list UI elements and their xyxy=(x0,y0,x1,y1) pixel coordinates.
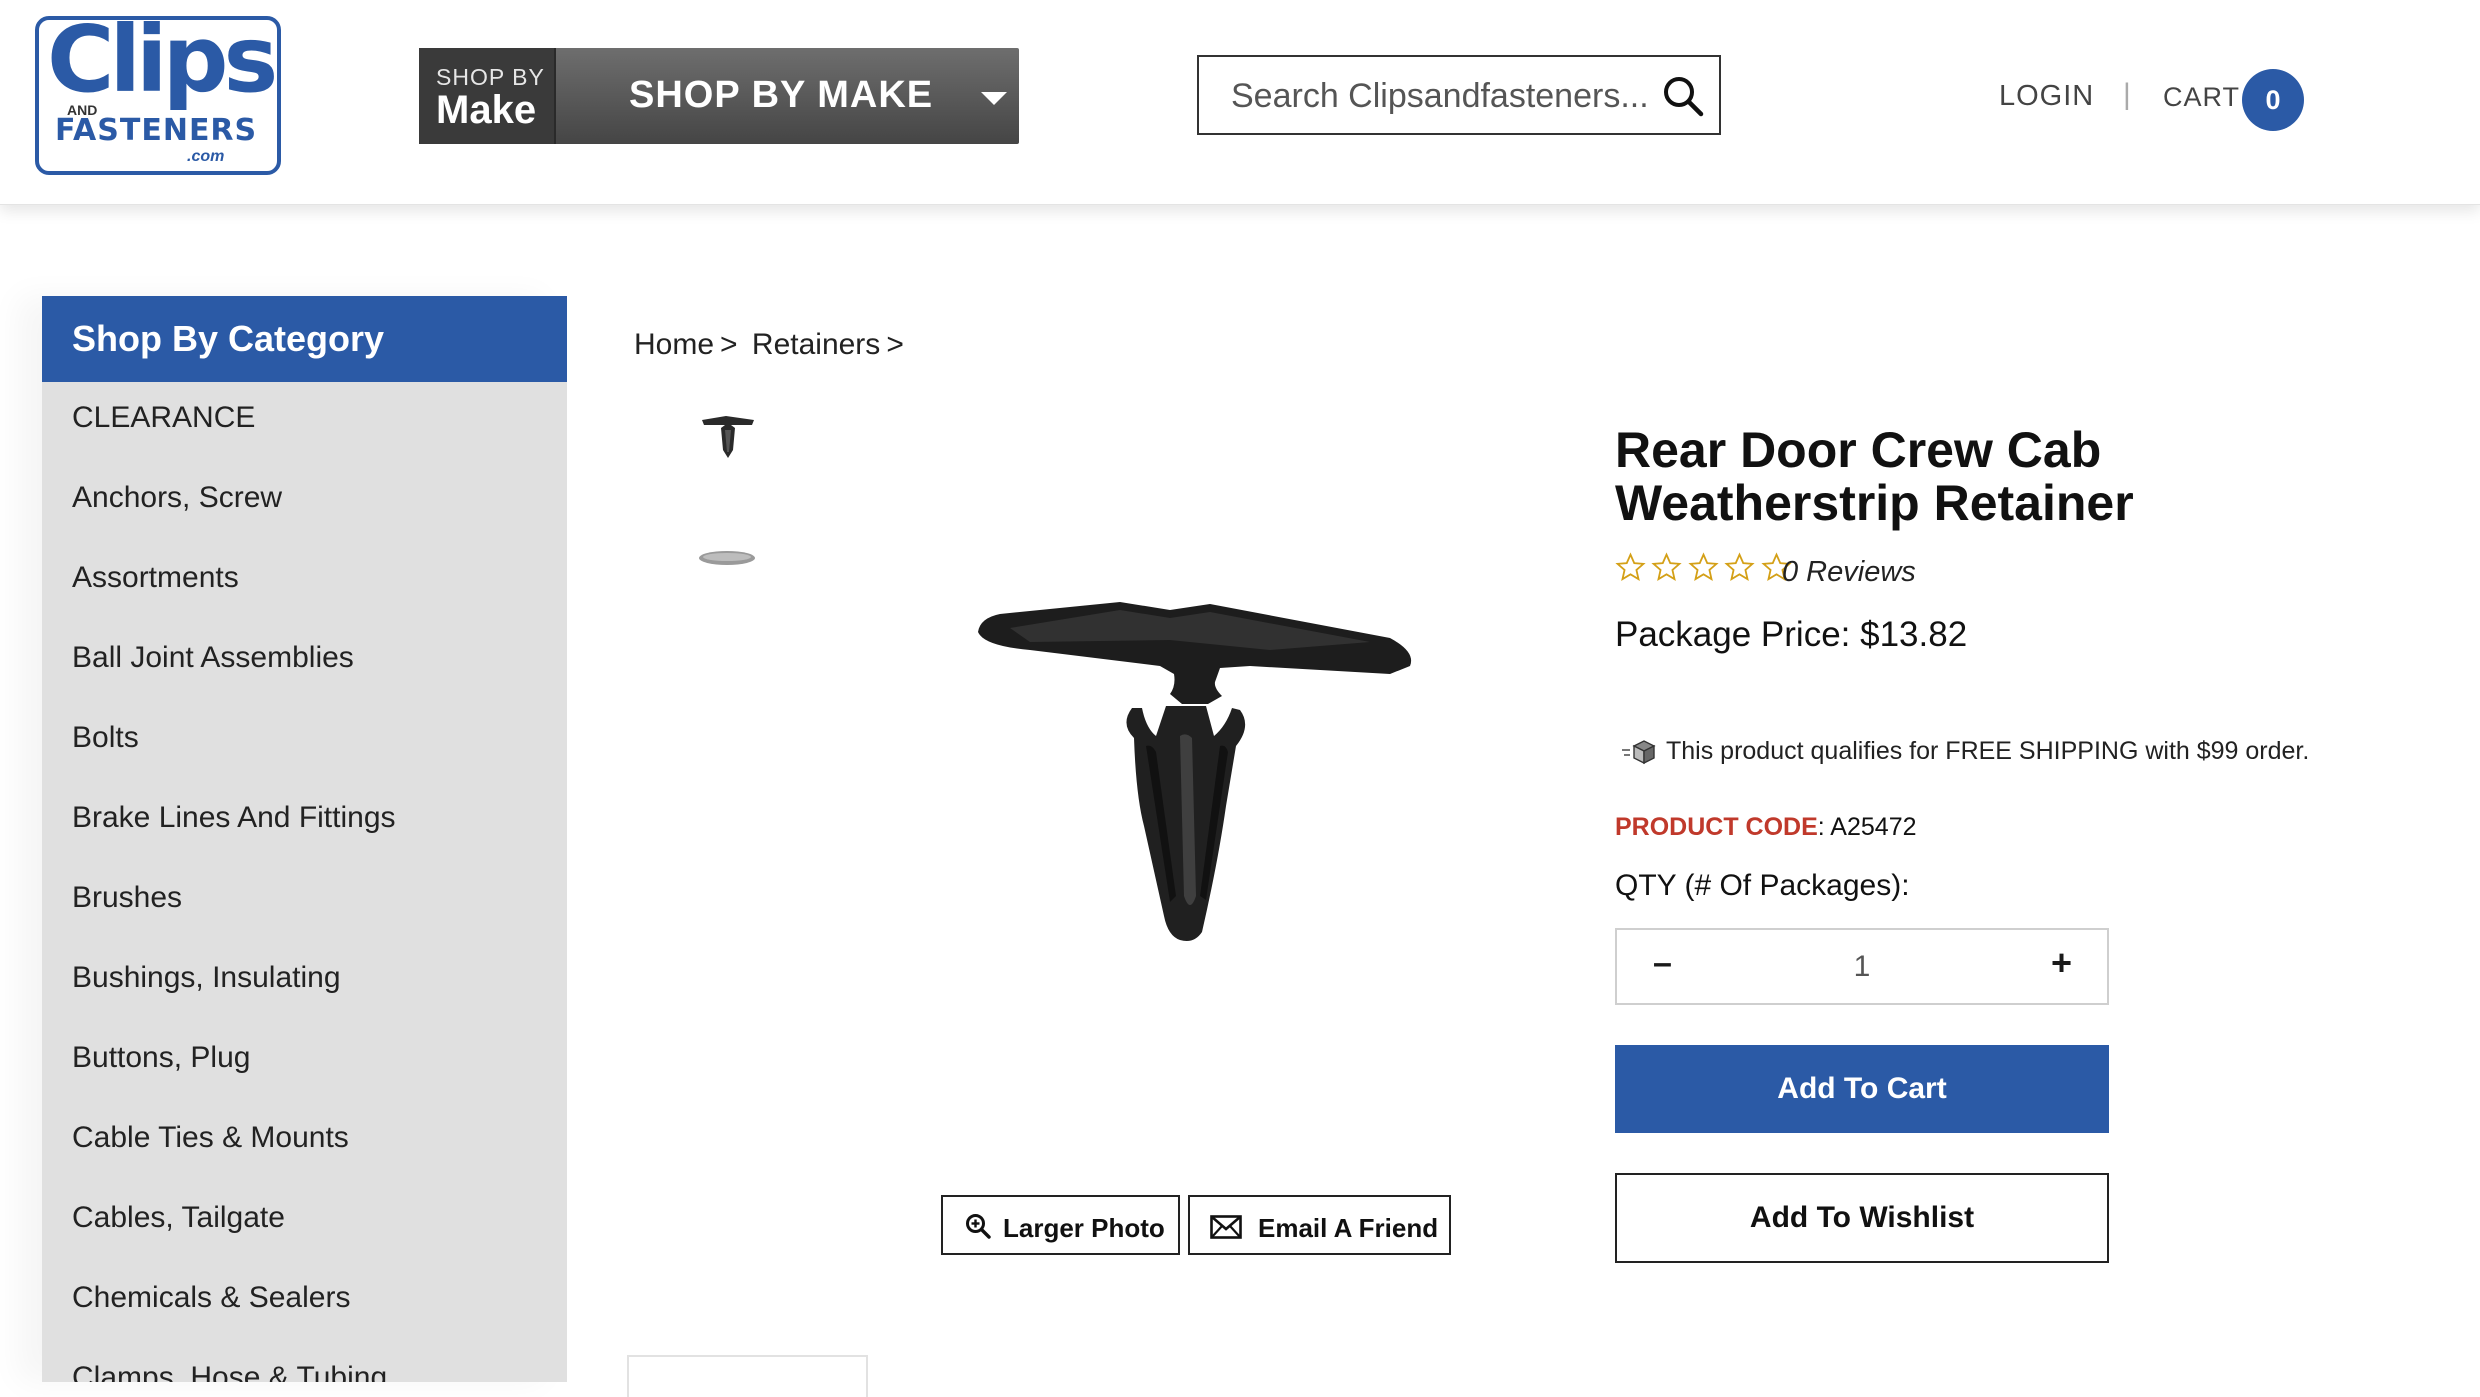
star-empty-icon xyxy=(1724,552,1755,581)
search-input[interactable]: Search Clipsandfasteners... xyxy=(1231,77,1649,116)
product-image[interactable] xyxy=(970,596,1420,948)
product-code-value: : A25472 xyxy=(1817,813,1917,841)
larger-photo-button[interactable]: Larger Photo xyxy=(941,1195,1180,1255)
chevron-down-icon xyxy=(981,92,1007,105)
add-to-cart-button[interactable]: Add To Cart xyxy=(1615,1045,2109,1133)
sidebar-item-buttons-plug[interactable]: Buttons, Plug xyxy=(42,1018,567,1098)
free-shipping-text: This product qualifies for FREE SHIPPING… xyxy=(1666,737,2310,765)
sidebar-item-assortments[interactable]: Assortments xyxy=(42,538,567,618)
shop-by-make-badge: SHOP BY Make xyxy=(419,48,556,144)
star-rating[interactable] xyxy=(1615,552,1793,586)
product-tab[interactable] xyxy=(627,1355,868,1397)
breadcrumb-retainers[interactable]: Retainers xyxy=(752,328,880,361)
search-icon[interactable] xyxy=(1662,75,1704,117)
breadcrumb: Home > Retainers > xyxy=(634,328,910,362)
thumbnail-front[interactable] xyxy=(698,412,758,462)
product-code: PRODUCT CODE: A25472 xyxy=(1615,813,1917,842)
email-friend-label: Email A Friend xyxy=(1258,1213,1439,1243)
shipping-box-icon xyxy=(1622,740,1656,765)
sidebar-item-clamps[interactable]: Clamps, Hose & Tubing xyxy=(42,1338,567,1382)
badge-big-text: Make xyxy=(436,88,537,132)
sidebar-item-anchors-screw[interactable]: Anchors, Screw xyxy=(42,458,567,538)
larger-photo-label: Larger Photo xyxy=(1003,1213,1165,1243)
quantity-label: QTY (# Of Packages): xyxy=(1615,869,1910,902)
shop-by-make-dropdown[interactable]: SHOP BY Make SHOP BY MAKE xyxy=(419,48,1019,144)
breadcrumb-separator: > xyxy=(720,328,738,361)
sidebar-item-cable-ties[interactable]: Cable Ties & Mounts xyxy=(42,1098,567,1178)
sidebar-item-clearance[interactable]: CLEARANCE xyxy=(42,378,567,458)
star-empty-icon xyxy=(1651,552,1683,581)
product-title: Rear Door Crew Cab Weatherstrip Retainer xyxy=(1615,422,2134,531)
zoom-in-icon xyxy=(966,1214,991,1239)
thumbnail-top[interactable] xyxy=(697,548,757,568)
package-price: Package Price: $13.82 xyxy=(1615,615,1968,654)
sidebar-item-bolts[interactable]: Bolts xyxy=(42,698,567,778)
site-logo[interactable]: Clips AND FASTENERS .com xyxy=(35,16,281,175)
sidebar-title: Shop By Category xyxy=(42,296,567,382)
category-sidebar: Shop By Category CLEARANCE Anchors, Scre… xyxy=(42,296,567,1382)
envelope-icon xyxy=(1210,1215,1242,1239)
sidebar-item-brushes[interactable]: Brushes xyxy=(42,858,567,938)
star-empty-icon xyxy=(1688,552,1719,581)
sidebar-item-brake-lines[interactable]: Brake Lines And Fittings xyxy=(42,778,567,858)
email-friend-button[interactable]: Email A Friend xyxy=(1188,1195,1451,1255)
quantity-stepper: 1 – + xyxy=(1615,928,2109,1005)
quantity-decrease-button[interactable]: – xyxy=(1653,944,1672,983)
shop-by-make-label: SHOP BY MAKE xyxy=(629,74,934,116)
login-link[interactable]: LOGIN xyxy=(1999,80,2094,113)
sidebar-item-bushings[interactable]: Bushings, Insulating xyxy=(42,938,567,1018)
logo-domain: .com xyxy=(187,148,225,165)
reviews-link[interactable]: 0 Reviews xyxy=(1782,556,1916,589)
site-header: Clips AND FASTENERS .com SHOP BY Make SH… xyxy=(0,0,2480,205)
star-empty-icon xyxy=(1615,552,1646,581)
quantity-increase-button[interactable]: + xyxy=(2051,942,2072,984)
logo-word-fasteners: FASTENERS xyxy=(55,113,258,148)
breadcrumb-separator: > xyxy=(886,328,904,361)
sidebar-item-ball-joint-assemblies[interactable]: Ball Joint Assemblies xyxy=(42,618,567,698)
search-box[interactable]: Search Clipsandfasteners... xyxy=(1197,55,1721,135)
sidebar-item-cables-tailgate[interactable]: Cables, Tailgate xyxy=(42,1178,567,1258)
cart-link[interactable]: CART xyxy=(2163,82,2240,113)
sidebar-item-chemicals-sealers[interactable]: Chemicals & Sealers xyxy=(42,1258,567,1338)
logo-word-clips: Clips xyxy=(47,16,277,113)
product-code-label: PRODUCT CODE xyxy=(1615,813,1818,841)
header-divider: | xyxy=(2123,78,2131,111)
add-to-wishlist-button[interactable]: Add To Wishlist xyxy=(1615,1173,2109,1263)
free-shipping-note: This product qualifies for FREE SHIPPING… xyxy=(1620,737,2309,766)
quantity-input[interactable]: 1 xyxy=(1617,950,2107,984)
badge-small-text: SHOP BY xyxy=(436,64,545,90)
cart-count-badge[interactable]: 0 xyxy=(2242,69,2304,131)
breadcrumb-home[interactable]: Home xyxy=(634,328,714,361)
